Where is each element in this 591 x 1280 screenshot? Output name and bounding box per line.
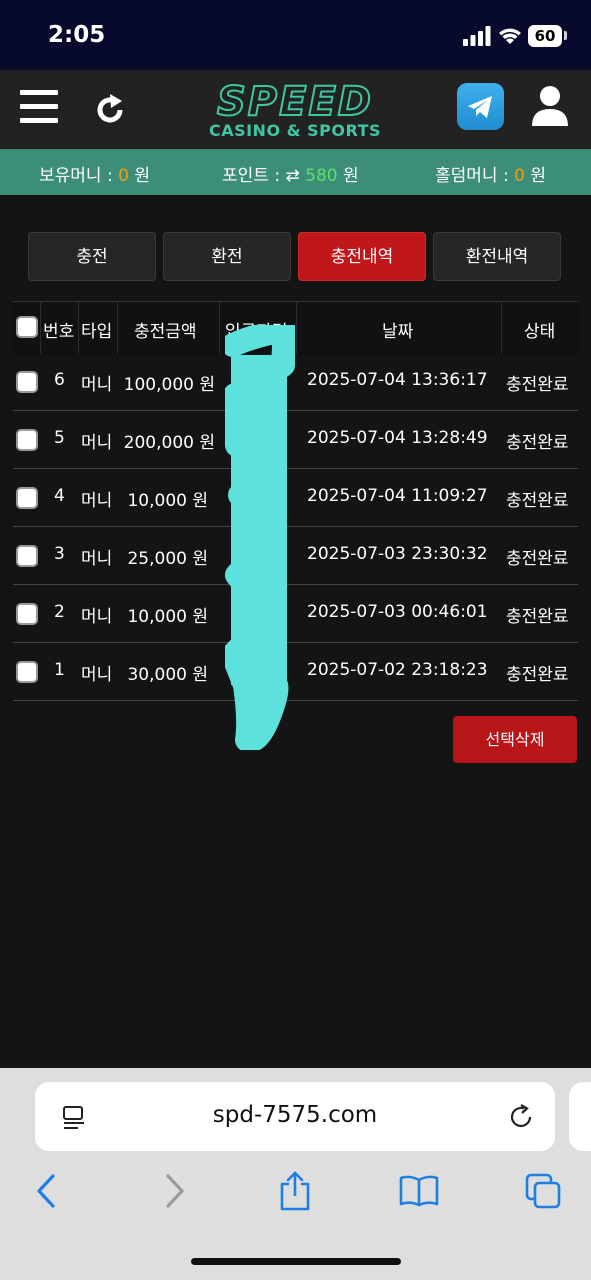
row-number: 1 [54,660,65,680]
col-number: 번호 [43,322,75,342]
wifi-icon [499,28,521,44]
url-text: spd-7575.com [212,1102,378,1128]
next-tab-preview[interactable] [569,1082,591,1151]
row-amount: 10,000 원 [127,491,208,511]
row-number: 5 [54,428,65,448]
row-amount: 10,000 원 [127,607,208,627]
row-type: 머니 [81,665,113,685]
table-row: 2 머니 10,000 원 2025-07-03 00:46:01 충전완료 [13,585,578,643]
logo-title: SPEED [216,79,373,125]
row-date: 2025-07-03 00:46:01 [307,602,488,622]
site-header: SPEED CASINO & SPORTS [0,70,591,149]
holdem-unit: 원 [530,166,546,186]
holdem-balance: 홀덤머니 : 0 원 [435,161,546,186]
row-status: 충전완료 [506,375,569,395]
row-checkbox[interactable] [16,545,38,567]
cellular-signal-icon [463,26,491,46]
select-all-checkbox[interactable] [16,316,38,338]
share-icon[interactable] [278,1170,312,1212]
tab-withdraw-history[interactable]: 환전내역 [433,232,561,281]
telegram-button[interactable] [457,83,504,130]
row-status: 충전완료 [506,607,569,627]
bookmarks-icon[interactable] [398,1174,440,1208]
redaction-scribble [225,325,295,750]
row-checkbox[interactable] [16,429,38,451]
table-header: 번호 타입 충전금액 입금자명 날짜 상태 [13,301,578,354]
col-date: 날짜 [382,322,414,342]
exchange-icon[interactable]: ⇄ [285,166,299,186]
row-number: 2 [54,602,65,622]
forward-icon[interactable] [163,1172,187,1210]
row-status: 충전완료 [506,549,569,569]
table-row: 5 머니 200,000 원 2025-07-04 13:28:49 충전완료 [13,411,578,469]
user-icon[interactable] [530,84,570,126]
table-row: 6 머니 100,000 원 2025-07-04 13:36:17 충전완료 [13,353,578,411]
battery-tip [564,31,567,40]
col-status: 상태 [524,322,556,342]
site-logo[interactable]: SPEED CASINO & SPORTS [205,79,385,142]
tab-deposit[interactable]: 충전 [28,232,156,281]
browser-toolbar: spd-7575.com [0,1068,591,1280]
table-row: 1 머니 30,000 원 2025-07-02 23:18:23 충전완료 [13,643,578,701]
telegram-icon [468,96,492,118]
row-checkbox[interactable] [16,661,38,683]
row-type: 머니 [81,549,113,569]
tabs-icon[interactable] [524,1172,562,1210]
point-label: 포인트 : [222,166,281,186]
status-time: 2:05 [48,22,106,48]
row-date: 2025-07-04 11:09:27 [307,486,488,506]
logo-subtitle: CASINO & SPORTS [208,121,382,140]
money-balance: 보유머니 : 0 원 [39,161,150,186]
tab-deposit-history[interactable]: 충전내역 [298,232,426,281]
balance-bar: 보유머니 : 0 원 포인트 : ⇄ 580 원 홀덤머니 : 0 원 [0,149,591,195]
row-amount: 30,000 원 [127,665,208,685]
tab-withdraw[interactable]: 환전 [163,232,291,281]
col-amount: 충전금액 [134,322,197,342]
row-type: 머니 [81,607,113,627]
holdem-value: 0 [514,166,525,186]
row-type: 머니 [81,433,113,453]
delete-selected-button[interactable]: 선택삭제 [453,716,577,763]
home-indicator [191,1258,401,1265]
back-icon[interactable] [34,1172,58,1210]
point-unit: 원 [342,166,359,186]
point-value: 580 [305,166,338,186]
point-balance: 포인트 : ⇄ 580 원 [222,161,359,186]
battery-icon: 60 [528,25,562,47]
reload-icon[interactable] [508,1104,534,1130]
row-checkbox[interactable] [16,487,38,509]
table-row: 4 머니 10,000 원 2025-07-04 11:09:27 충전완료 [13,469,578,527]
row-status: 충전완료 [506,491,569,511]
row-number: 6 [54,370,65,390]
row-status: 충전완료 [506,433,569,453]
money-label: 보유머니 : [39,166,113,186]
row-amount: 25,000 원 [127,549,208,569]
row-date: 2025-07-02 23:18:23 [307,660,488,680]
row-date: 2025-07-03 23:30:32 [307,544,488,564]
row-amount: 100,000 원 [123,375,215,395]
row-checkbox[interactable] [16,603,38,625]
menu-icon[interactable] [20,88,58,124]
row-amount: 200,000 원 [123,433,215,453]
row-type: 머니 [81,491,113,511]
money-unit: 원 [134,166,150,186]
col-type: 타입 [81,322,113,342]
holdem-label: 홀덤머니 : [435,166,509,186]
row-date: 2025-07-04 13:36:17 [307,370,488,390]
row-number: 3 [54,544,65,564]
row-checkbox[interactable] [16,371,38,393]
table-row: 3 머니 25,000 원 2025-07-03 23:30:32 충전완료 [13,527,578,585]
address-bar[interactable]: spd-7575.com [35,1082,555,1151]
row-date: 2025-07-04 13:28:49 [307,428,488,448]
money-value: 0 [118,166,129,186]
refresh-icon[interactable] [92,92,128,128]
status-bar: 2:05 60 [0,0,591,70]
row-status: 충전완료 [506,665,569,685]
row-type: 머니 [81,375,113,395]
row-number: 4 [54,486,65,506]
